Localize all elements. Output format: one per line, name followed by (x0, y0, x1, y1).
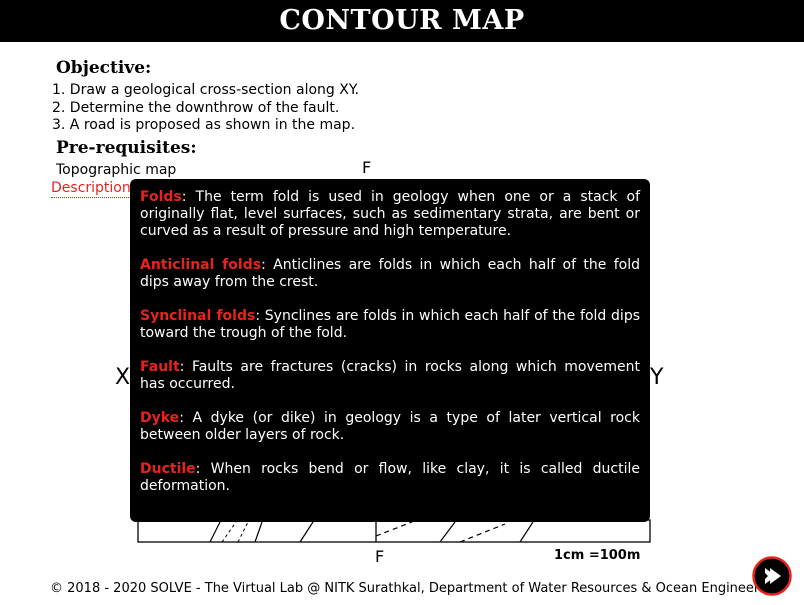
next-button[interactable] (752, 556, 792, 596)
road-line (459, 523, 506, 543)
definition-synclinal-folds: Synclinal folds: Synclines are folds in … (140, 308, 640, 342)
point-y-label: Y (650, 365, 664, 390)
fault-label-bottom: F (375, 547, 385, 566)
definition-term: Synclinal folds (140, 308, 256, 324)
definition-text: : Faults are fractures (cracks) in rocks… (140, 359, 640, 392)
contour-line (439, 521, 456, 543)
fault-label-top: F (362, 158, 372, 177)
definition-term: Dyke (140, 410, 180, 426)
definition-text: : A dyke (or dike) in geology is a type … (140, 410, 640, 443)
dyke-line (221, 521, 237, 543)
definition-folds: Folds: The term fold is used in geology … (140, 189, 640, 240)
footer-credits: © 2018 - 2020 SOLVE - The Virtual Lab @ … (50, 581, 780, 596)
definition-text: : When rocks bend or flow, like clay, it… (140, 461, 640, 494)
definition-text: : The term fold is used in geology when … (140, 189, 640, 239)
contour-line (209, 521, 221, 543)
definition-dyke: Dyke: A dyke (or dike) in geology is a t… (140, 410, 640, 444)
definition-term: Anticlinal folds (140, 257, 262, 273)
definition-term: Ductile (140, 461, 196, 477)
definition-ductile: Ductile: When rocks bend or flow, like c… (140, 461, 640, 495)
map-scale: 1cm =100m (554, 548, 641, 563)
dyke-line (237, 521, 249, 543)
description-popup: Folds: The term fold is used in geology … (130, 179, 650, 522)
road-line (375, 521, 413, 537)
definition-anticlinal-folds: Anticlinal folds: Anticlines are folds i… (140, 257, 640, 291)
contour-line (519, 521, 534, 543)
definition-term: Folds (140, 189, 182, 205)
next-arrow-icon (752, 556, 792, 596)
contour-line (299, 521, 314, 543)
definition-term: Fault (140, 359, 180, 375)
point-x-label: X (115, 365, 131, 390)
contour-line (254, 521, 263, 543)
map-border (137, 519, 651, 543)
definition-fault: Fault: Faults are fractures (cracks) in … (140, 359, 640, 393)
